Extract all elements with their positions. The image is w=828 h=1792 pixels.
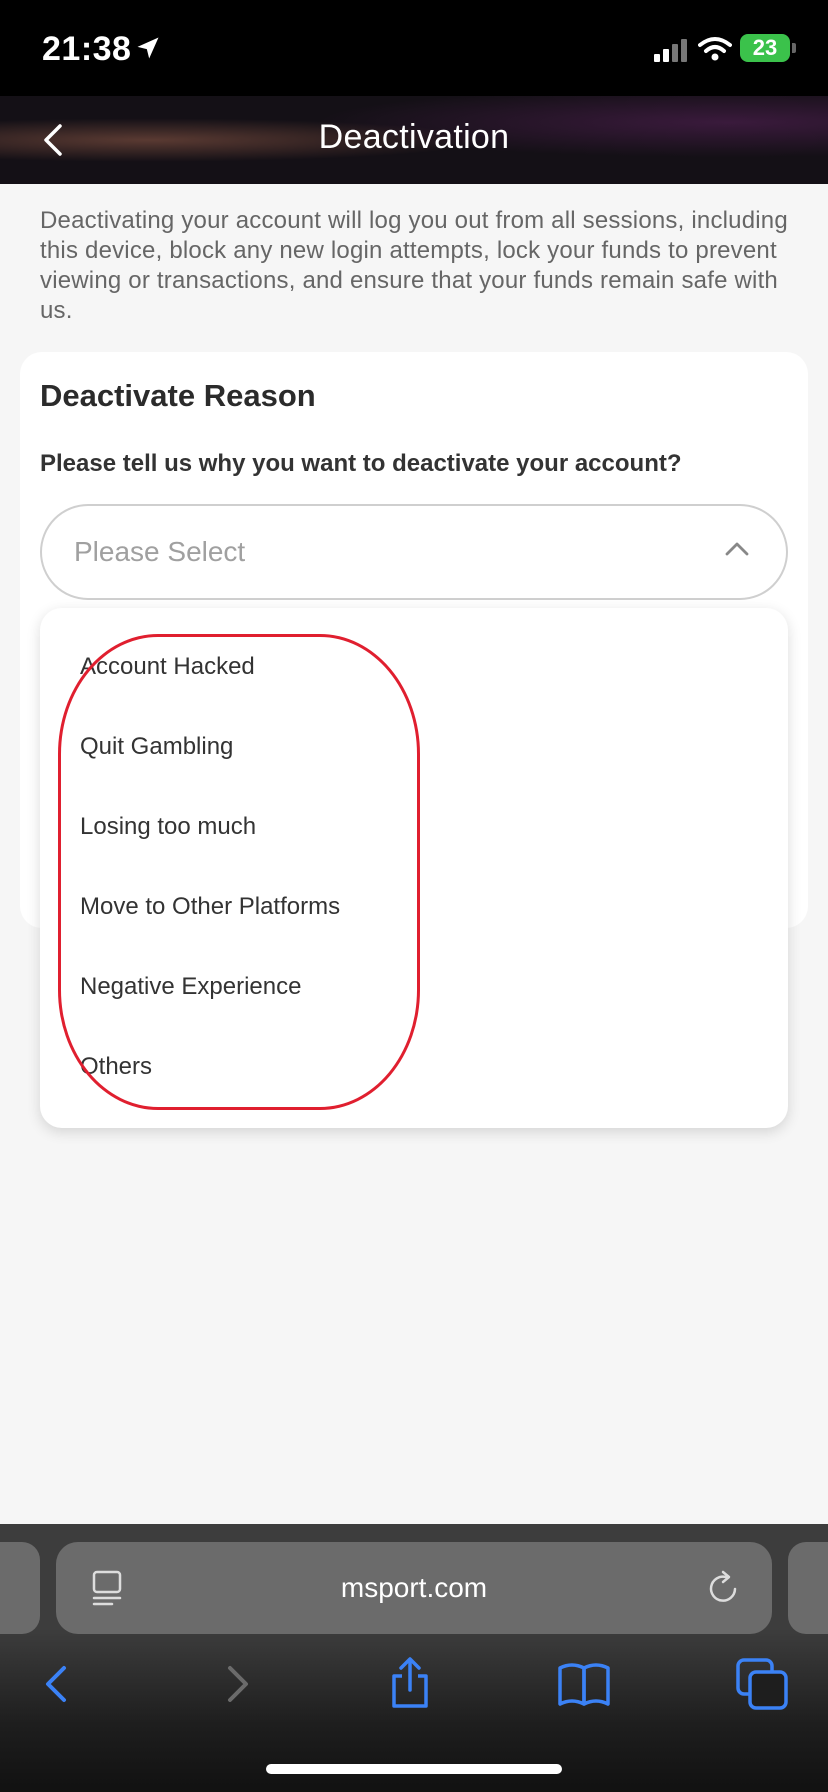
tabs-icon[interactable] (732, 1654, 792, 1714)
reload-icon[interactable] (704, 1568, 742, 1608)
status-bar: 21:38 23 (0, 0, 828, 96)
page-title: Deactivation (318, 118, 510, 156)
address-bar[interactable]: msport.com (56, 1542, 772, 1634)
browser-back-icon[interactable] (28, 1654, 88, 1714)
wifi-icon (698, 37, 732, 61)
share-icon[interactable] (380, 1654, 440, 1714)
deactivation-description: Deactivating your account will log you o… (40, 207, 788, 324)
bookmarks-icon[interactable] (554, 1654, 614, 1714)
option-move-to-other-platforms[interactable]: Move to Other Platforms (80, 893, 340, 921)
battery-tip (792, 43, 796, 53)
option-account-hacked[interactable]: Account Hacked (80, 653, 255, 681)
option-others[interactable]: Others (80, 1053, 152, 1081)
chevron-up-icon (725, 542, 749, 556)
home-indicator[interactable] (266, 1764, 562, 1774)
status-time: 21:38 (42, 30, 132, 68)
page-header: Deactivation (0, 96, 828, 184)
reason-question: Please tell us why you want to deactivat… (40, 450, 682, 477)
next-tab-preview[interactable] (788, 1542, 828, 1634)
browser-toolbar: msport.com (0, 1524, 828, 1792)
reason-dropdown: Account Hacked Quit Gambling Losing too … (40, 608, 788, 1128)
card-title: Deactivate Reason (40, 378, 316, 413)
url-text: msport.com (340, 1572, 488, 1603)
previous-tab-preview[interactable] (0, 1542, 40, 1634)
signal-icon (654, 39, 687, 62)
location-arrow-icon (137, 37, 159, 59)
select-placeholder: Please Select (74, 536, 246, 567)
reason-select[interactable]: Please Select (40, 504, 788, 600)
battery-icon: 23 (740, 34, 790, 62)
battery-level: 23 (752, 35, 778, 60)
option-negative-experience[interactable]: Negative Experience (80, 973, 301, 1001)
option-losing-too-much[interactable]: Losing too much (80, 813, 256, 841)
browser-forward-icon[interactable] (206, 1654, 266, 1714)
option-quit-gambling[interactable]: Quit Gambling (80, 733, 233, 761)
